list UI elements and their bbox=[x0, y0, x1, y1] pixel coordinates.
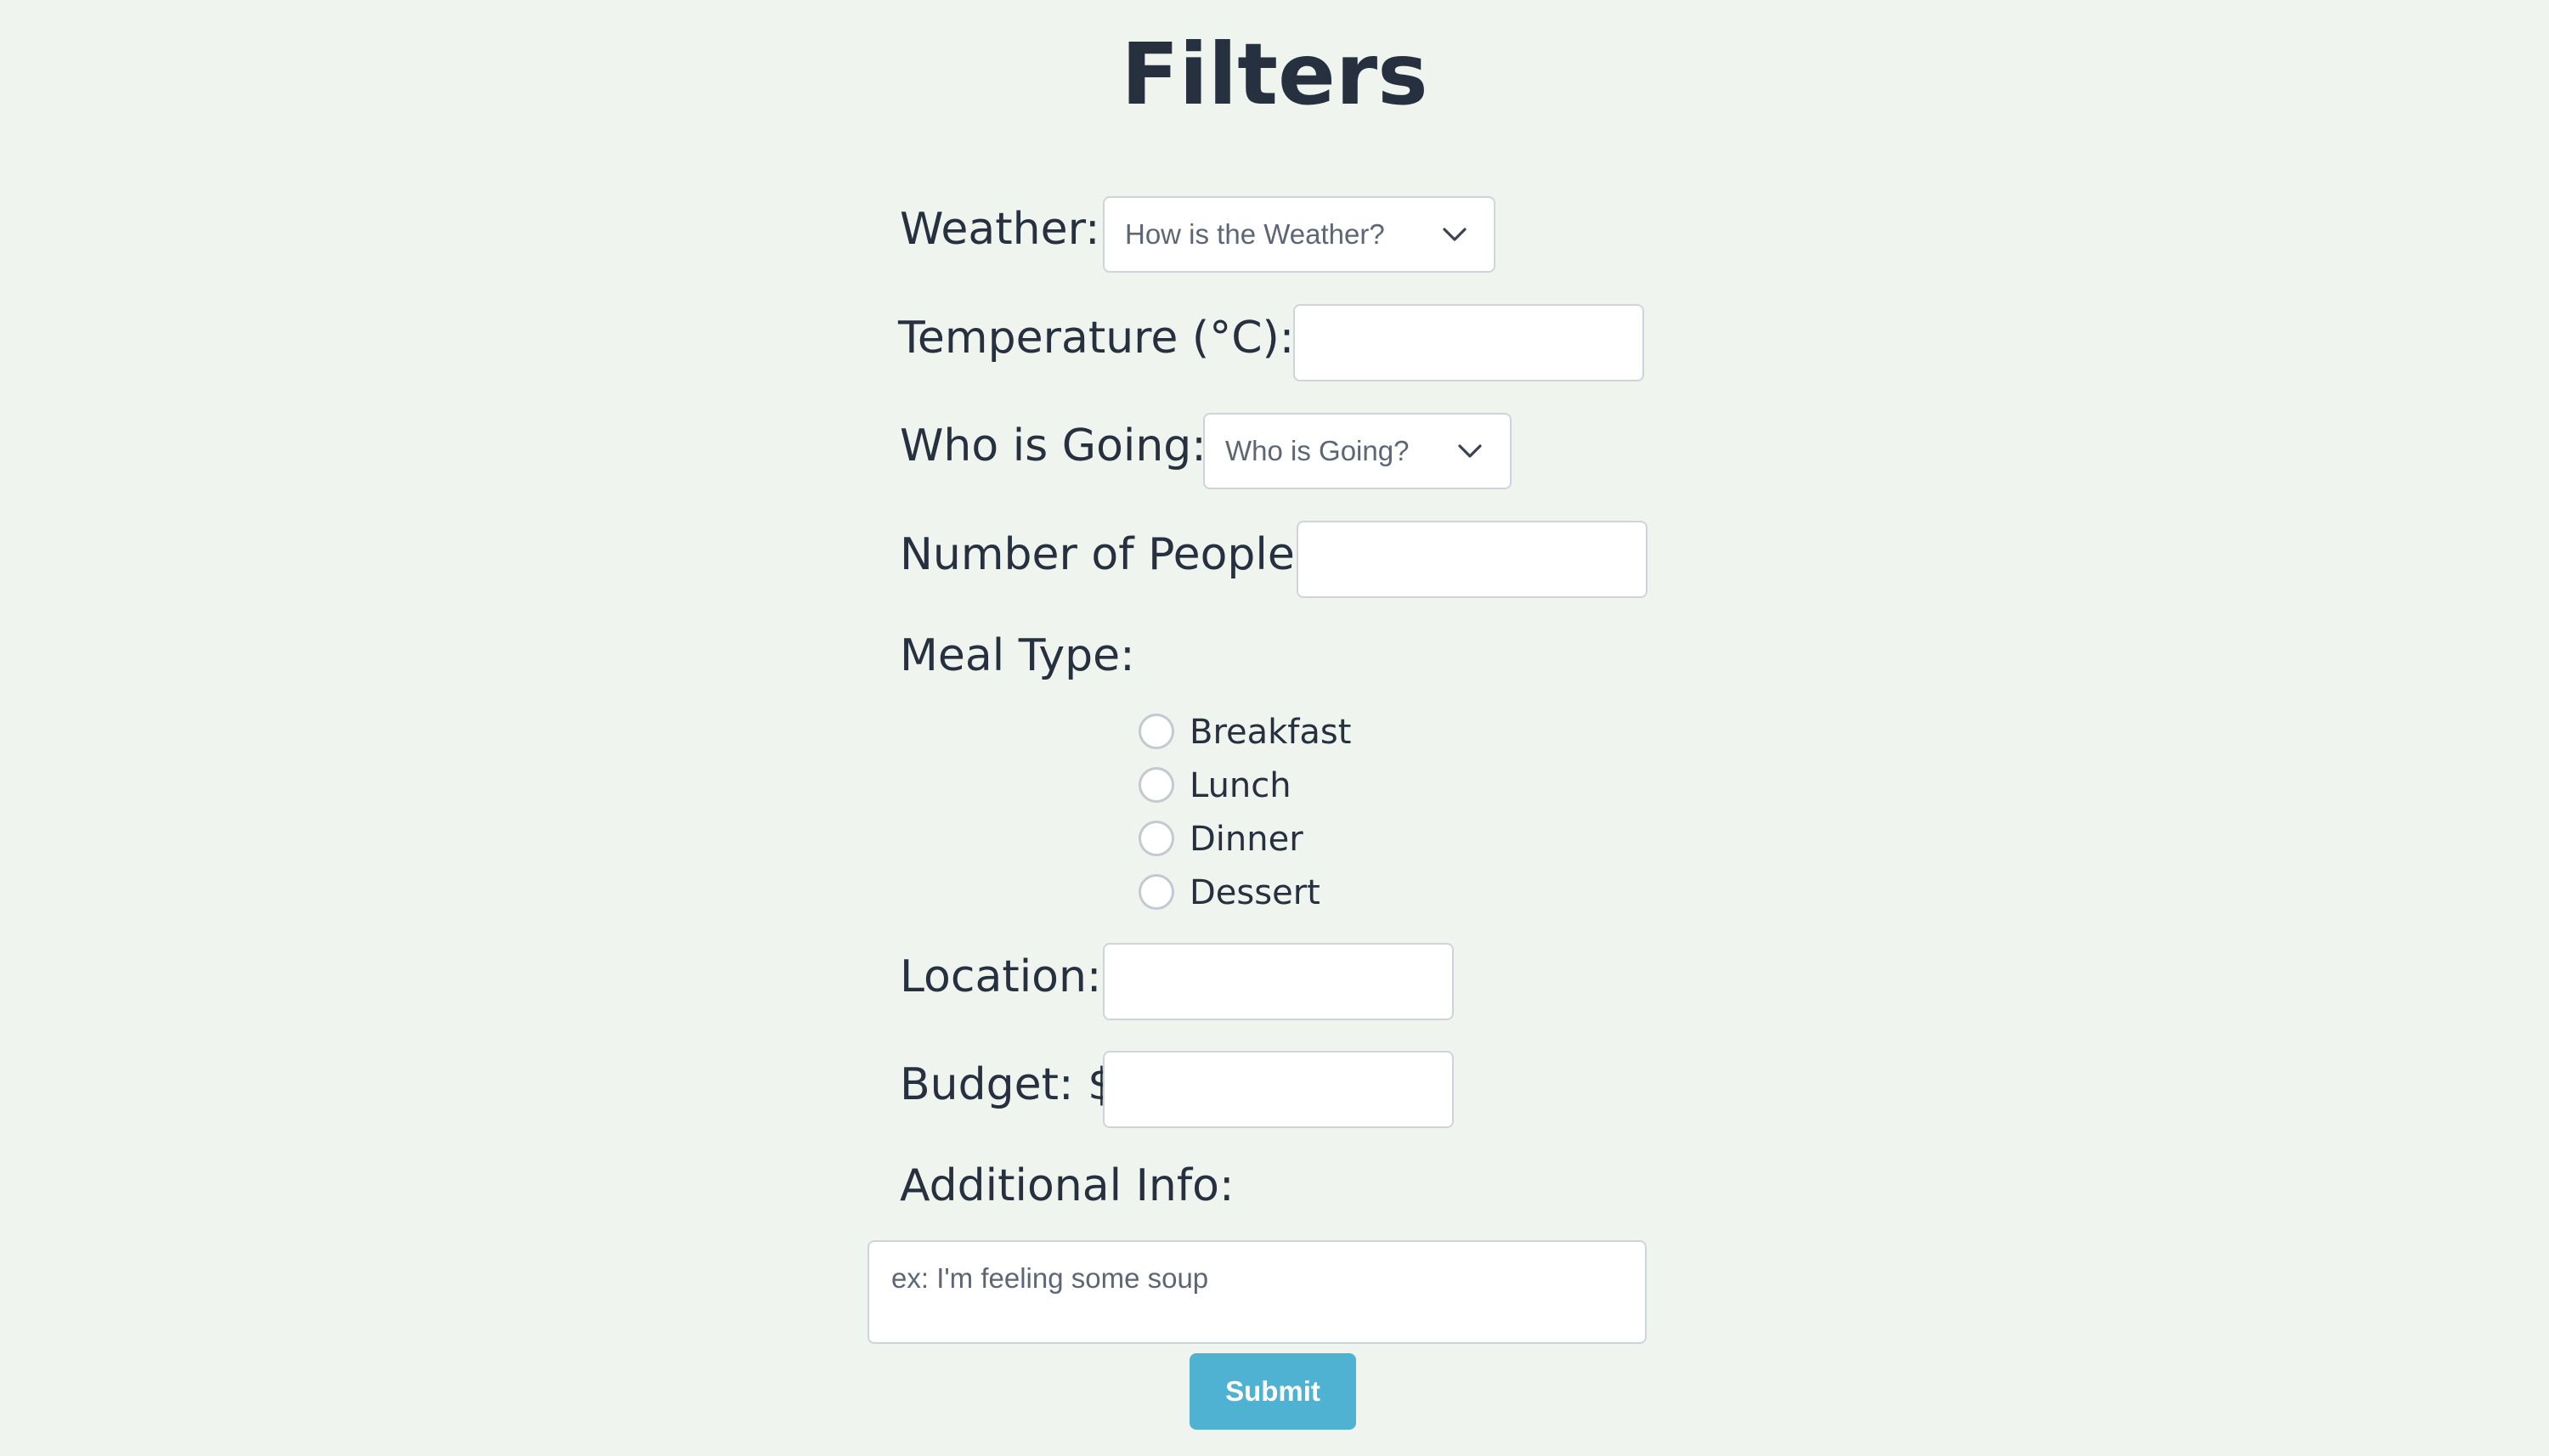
filters-page: Filters Weather: How is the Weather? Tem… bbox=[0, 0, 2549, 1456]
radio-button[interactable] bbox=[1139, 874, 1174, 910]
page-title: Filters bbox=[1121, 25, 1428, 124]
radio-label-lunch: Lunch bbox=[1190, 766, 1291, 805]
radio-label-dessert: Dessert bbox=[1190, 873, 1320, 912]
radio-label-breakfast: Breakfast bbox=[1190, 713, 1352, 752]
chevron-down-icon bbox=[1458, 444, 1482, 458]
weather-select[interactable]: How is the Weather? bbox=[1103, 196, 1495, 273]
number-of-people-input[interactable] bbox=[1297, 521, 1648, 598]
temperature-label: Temperature (°C): bbox=[898, 313, 1295, 364]
budget-label: Budget: $ bbox=[900, 1059, 1116, 1110]
who-is-going-select-value: Who is Going? bbox=[1225, 435, 1410, 466]
number-of-people-label: Number of People: bbox=[900, 529, 1310, 580]
meal-type-label: Meal Type: bbox=[900, 630, 1135, 681]
additional-info-textarea[interactable]: ex: I'm feeling some soup bbox=[868, 1240, 1647, 1344]
chevron-down-icon bbox=[1443, 228, 1467, 241]
budget-input[interactable] bbox=[1103, 1051, 1454, 1128]
who-is-going-select[interactable]: Who is Going? bbox=[1203, 413, 1512, 489]
radio-button[interactable] bbox=[1139, 714, 1174, 749]
radio-button[interactable] bbox=[1139, 821, 1174, 856]
submit-button[interactable]: Submit bbox=[1190, 1353, 1356, 1430]
weather-select-value: How is the Weather? bbox=[1125, 218, 1385, 250]
location-label: Location: bbox=[900, 951, 1102, 1002]
additional-info-placeholder: ex: I'm feeling some soup bbox=[891, 1262, 1209, 1294]
temperature-input[interactable] bbox=[1293, 304, 1644, 381]
radio-button[interactable] bbox=[1139, 767, 1174, 803]
weather-label: Weather: bbox=[900, 204, 1100, 255]
radio-label-dinner: Dinner bbox=[1190, 820, 1303, 859]
who-is-going-label: Who is Going: bbox=[900, 420, 1207, 471]
additional-info-label: Additional Info: bbox=[900, 1160, 1235, 1211]
location-input[interactable] bbox=[1103, 943, 1454, 1020]
